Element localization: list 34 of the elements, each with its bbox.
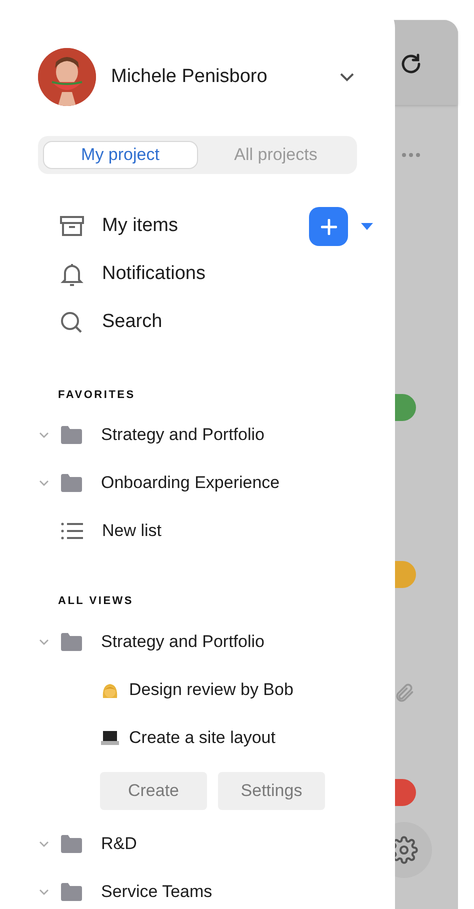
folder-icon xyxy=(61,426,82,444)
plus-icon xyxy=(320,218,336,234)
more-icon[interactable] xyxy=(401,152,421,158)
person-icon xyxy=(101,682,119,698)
archive-icon xyxy=(59,214,85,239)
nav-item[interactable]: Search xyxy=(102,308,373,337)
section-heading: FAVORITES xyxy=(57,388,136,402)
tree-item[interactable]: New list xyxy=(102,518,162,544)
chevron-icon[interactable] xyxy=(339,72,355,82)
user-name: Michele Penisboro xyxy=(111,64,268,89)
laptop-icon xyxy=(101,730,119,744)
tree-item[interactable]: Create a site layout xyxy=(129,724,276,750)
paperclip-icon[interactable] xyxy=(393,682,415,704)
tree-item[interactable]: Strategy and Portfolio xyxy=(101,422,264,448)
nav-item[interactable]: My items xyxy=(102,212,309,241)
folder-icon xyxy=(61,474,82,492)
refresh-icon[interactable] xyxy=(399,52,423,76)
caret-icon[interactable] xyxy=(361,223,373,230)
action-button[interactable]: Settings xyxy=(218,772,325,810)
tree-item[interactable]: R&D xyxy=(101,830,137,856)
tree-item[interactable]: Design review by Bob xyxy=(129,676,294,702)
tree-item[interactable]: Service Teams xyxy=(101,878,212,904)
project-tab[interactable]: My project xyxy=(43,141,198,168)
nav-item[interactable]: Notifications xyxy=(102,260,373,289)
tree-item[interactable]: Strategy and Portfolio xyxy=(101,628,264,654)
folder-icon xyxy=(61,834,82,852)
add-button[interactable] xyxy=(309,207,348,246)
folder-icon xyxy=(61,882,82,900)
section-heading: ALL VIEWS xyxy=(57,594,135,609)
folder-icon xyxy=(61,632,82,650)
bell-icon xyxy=(59,262,85,287)
list-icon xyxy=(61,522,83,540)
tree-item[interactable]: Onboarding Experience xyxy=(101,470,280,496)
action-button[interactable]: Create xyxy=(100,772,207,810)
